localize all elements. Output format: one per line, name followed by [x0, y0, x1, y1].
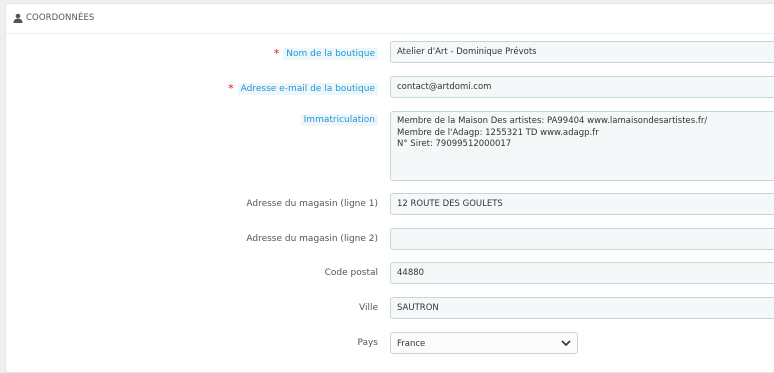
required-asterisk: *: [228, 82, 234, 95]
country-select-value: France: [397, 339, 426, 349]
postcode-label: Code postal: [324, 268, 378, 278]
city-label: Ville: [359, 303, 378, 313]
shop-email-label-wrap: * Adresse e-mail de la boutique: [228, 81, 378, 95]
registration-label[interactable]: Immatriculation: [300, 114, 378, 126]
user-icon: [13, 13, 23, 23]
shop-email-label[interactable]: Adresse e-mail de la boutique: [237, 83, 378, 95]
required-asterisk: *: [273, 47, 280, 60]
coordinates-panel: COORDONNÉES * Nom de la boutique Atelier …: [5, 3, 774, 373]
shop-name-label-wrap: * Nom de la boutique: [273, 46, 378, 60]
country-label: Pays: [357, 338, 378, 348]
panel-heading: COORDONNÉES: [6, 4, 774, 34]
panel-title: COORDONNÉES: [26, 13, 95, 23]
chevron-down-icon: [561, 340, 571, 347]
address1-label: Adresse du magasin (ligne 1): [246, 199, 378, 209]
registration-textarea[interactable]: Membre de la Maison Des artistes: PA9940…: [390, 111, 774, 181]
address2-input[interactable]: [390, 228, 774, 250]
registration-label-wrap: Immatriculation: [300, 114, 378, 126]
postcode-input[interactable]: 44880: [390, 262, 774, 284]
city-input[interactable]: SAUTRON: [390, 297, 774, 319]
country-select[interactable]: France: [390, 332, 578, 354]
address1-input[interactable]: 12 ROUTE DES GOULETS: [390, 193, 774, 215]
address2-label: Adresse du magasin (ligne 2): [246, 234, 378, 244]
shop-name-input[interactable]: Atelier d'Art - Dominique Prévots: [390, 41, 774, 63]
shop-email-input[interactable]: contact@artdomi.com: [390, 76, 774, 98]
shop-name-label[interactable]: Nom de la boutique: [283, 48, 378, 60]
